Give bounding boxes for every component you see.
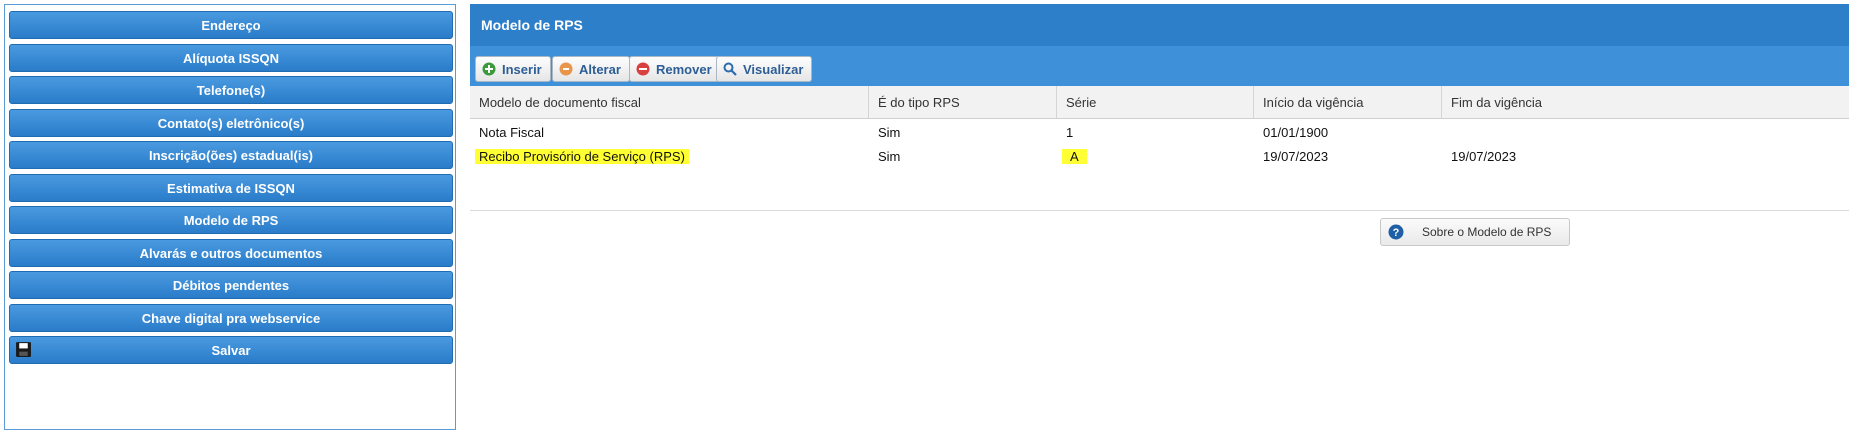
edit-label: Alterar	[579, 61, 621, 77]
cell-modelo: Nota Fiscal	[479, 124, 545, 140]
sidebar-item-inscricoes-estaduais[interactable]: Inscrição(ões) estadual(is)	[9, 141, 453, 169]
insert-label: Inserir	[502, 61, 542, 77]
floppy-disk-icon	[16, 342, 31, 357]
sidebar-item-contatos-eletronicos[interactable]: Contato(s) eletrônico(s)	[9, 109, 453, 137]
column-header-modelo[interactable]: Modelo de documento fiscal	[470, 86, 869, 118]
column-header-inicio-vigencia[interactable]: Início da vigência	[1254, 86, 1442, 118]
cell-fim-vigencia: 19/07/2023	[1451, 148, 1517, 164]
sidebar-item-aliquota-issqn[interactable]: Alíquota ISSQN	[9, 44, 453, 72]
highlighted-text: Recibo Provisório de Serviço (RPS)	[475, 148, 689, 164]
help-icon: ?	[1388, 224, 1404, 240]
plus-circle-icon	[482, 62, 496, 76]
sidebar-item-debitos-pendentes[interactable]: Débitos pendentes	[9, 271, 453, 299]
cell-inicio-vigencia: 19/07/2023	[1263, 148, 1329, 164]
cell-serie: A	[1057, 143, 1254, 169]
insert-button[interactable]: Inserir	[475, 56, 551, 82]
sidebar-item-endereco[interactable]: Endereço	[9, 11, 453, 39]
sidebar-item-estimativa-issqn[interactable]: Estimativa de ISSQN	[9, 174, 453, 202]
toolbar: Inserir Alterar Remover Visualizar	[470, 46, 1849, 86]
table-row[interactable]: Recibo Provisório de Serviço (RPS) Sim A…	[470, 143, 1849, 169]
sidebar-item-modelo-rps[interactable]: Modelo de RPS	[9, 206, 453, 234]
svg-text:?: ?	[1393, 227, 1400, 239]
cell-serie: 1	[1066, 124, 1074, 140]
about-label: Sobre o Modelo de RPS	[1422, 225, 1552, 239]
table-row[interactable]: Nota Fiscal Sim 1 01/01/1900	[470, 119, 1849, 145]
edit-button[interactable]: Alterar	[552, 56, 630, 82]
panel-title: Modelo de RPS	[470, 4, 1849, 46]
column-header-fim-vigencia[interactable]: Fim da vigência	[1442, 86, 1849, 118]
cell-tipo-rps: Sim	[878, 124, 901, 140]
save-label: Salvar	[211, 342, 251, 358]
column-header-tipo-rps[interactable]: É do tipo RPS	[869, 86, 1057, 118]
highlighted-text: A	[1062, 148, 1087, 164]
column-header-serie[interactable]: Série	[1057, 86, 1254, 118]
cell-fim-vigencia	[1442, 119, 1849, 145]
about-rps-button[interactable]: ? Sobre o Modelo de RPS	[1380, 218, 1570, 246]
main-panel: Modelo de RPS Inserir Alterar Remover Vi…	[470, 4, 1849, 430]
view-button[interactable]: Visualizar	[716, 56, 813, 82]
save-button[interactable]: Salvar	[9, 336, 453, 364]
table-header: Modelo de documento fiscal É do tipo RPS…	[470, 86, 1849, 119]
sidebar-item-telefones[interactable]: Telefone(s)	[9, 76, 453, 104]
view-label: Visualizar	[743, 61, 804, 77]
minus-circle-icon	[636, 62, 650, 76]
sidebar-item-chave-digital[interactable]: Chave digital pra webservice	[9, 304, 453, 332]
remove-label: Remover	[656, 61, 712, 77]
magnifier-icon	[723, 62, 737, 76]
cell-tipo-rps: Sim	[878, 148, 901, 164]
remove-button[interactable]: Remover	[629, 56, 721, 82]
divider	[470, 210, 1849, 211]
cell-inicio-vigencia: 01/01/1900	[1263, 124, 1329, 140]
cell-modelo: Recibo Provisório de Serviço (RPS)	[470, 143, 869, 169]
sidebar-item-alvaras[interactable]: Alvarás e outros documentos	[9, 239, 453, 267]
edit-icon	[559, 62, 573, 76]
